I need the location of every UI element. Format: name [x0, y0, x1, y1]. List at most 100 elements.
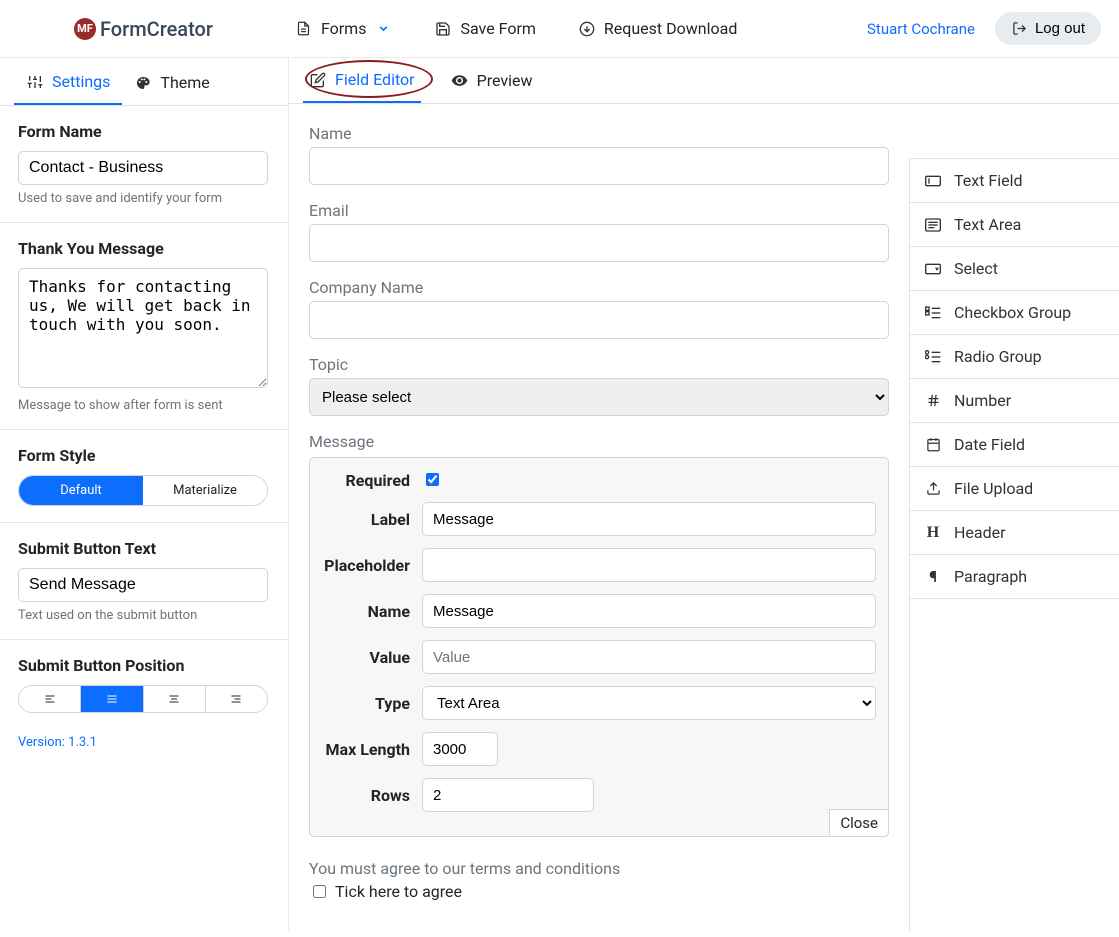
eye-icon	[451, 72, 469, 89]
request-label: Request Download	[604, 19, 737, 38]
align-justify-button[interactable]	[81, 686, 143, 712]
field-name-label: Name	[309, 124, 889, 143]
agree-terms-label: You must agree to our terms and conditio…	[309, 859, 889, 878]
field-editor-panel: Required Label Placeholder Name	[309, 457, 889, 837]
logout-icon	[1011, 21, 1029, 36]
ed-label-input[interactable]	[422, 502, 876, 536]
tab-preview[interactable]: Preview	[445, 58, 539, 103]
field-topic-label: Topic	[309, 355, 889, 374]
palette-select[interactable]: Select	[910, 247, 1119, 291]
ed-maxlen-input[interactable]	[422, 732, 498, 766]
edit-icon	[309, 72, 327, 88]
request-download-button[interactable]: Request Download	[578, 19, 737, 38]
field-company-input[interactable]	[309, 301, 889, 339]
heading-icon: H	[924, 524, 942, 542]
align-left-button[interactable]	[19, 686, 81, 712]
palette-paragraph[interactable]: ¶ Paragraph	[910, 555, 1119, 599]
logout-label: Log out	[1035, 20, 1085, 37]
field-palette: Text Field Text Area Select Checkbox Gro…	[909, 158, 1119, 931]
version-text: Version: 1.3.1	[0, 729, 288, 756]
submit-pos-group[interactable]	[18, 685, 268, 713]
ed-name-label: Name	[322, 602, 422, 621]
agree-tick-label: Tick here to agree	[335, 882, 462, 901]
form-name-help: Used to save and identify your form	[18, 191, 270, 206]
save-label: Save Form	[460, 19, 535, 38]
palette-text-area[interactable]: Text Area	[910, 203, 1119, 247]
thank-you-textarea[interactable]: Thanks for contacting us, We will get ba…	[18, 268, 268, 388]
palette-label: Checkbox Group	[954, 303, 1071, 322]
field-email-input[interactable]	[309, 224, 889, 262]
field-editor-label: Field Editor	[335, 70, 415, 89]
ed-type-select[interactable]: Text Area	[422, 686, 876, 720]
download-icon	[578, 21, 596, 37]
upload-icon	[924, 481, 942, 496]
ed-rows-input[interactable]	[422, 778, 594, 812]
ed-required-checkbox[interactable]	[426, 473, 439, 486]
agree-checkbox-row[interactable]: Tick here to agree	[309, 882, 889, 901]
palette-file-upload[interactable]: File Upload	[910, 467, 1119, 511]
tab-theme[interactable]: Theme	[122, 58, 221, 105]
ed-rows-label: Rows	[322, 786, 422, 805]
palette-label: Radio Group	[954, 347, 1042, 366]
palette-radio-group[interactable]: Radio Group	[910, 335, 1119, 379]
field-name-input[interactable]	[309, 147, 889, 185]
ed-placeholder-label: Placeholder	[322, 556, 422, 575]
palette-checkbox-group[interactable]: Checkbox Group	[910, 291, 1119, 335]
ed-maxlen-label: Max Length	[322, 740, 422, 759]
palette-header[interactable]: H Header	[910, 511, 1119, 555]
form-style-label: Form Style	[18, 446, 270, 465]
settings-label: Settings	[52, 72, 110, 91]
tab-settings[interactable]: Settings	[14, 58, 122, 105]
style-materialize[interactable]: Materialize	[143, 476, 267, 505]
palette-label: Text Field	[954, 171, 1023, 190]
forms-label: Forms	[321, 19, 367, 38]
submit-text-input[interactable]	[18, 568, 268, 602]
field-topic-select[interactable]: Please select	[309, 378, 889, 416]
palette-label: Number	[954, 391, 1011, 410]
logo-badge: MF	[74, 18, 96, 40]
ed-value-label: Value	[322, 648, 422, 667]
file-icon	[295, 20, 313, 37]
field-message-label: Message	[309, 432, 889, 451]
form-style-toggle[interactable]: Default Materialize	[18, 475, 268, 506]
palette-date-field[interactable]: Date Field	[910, 423, 1119, 467]
palette-label: Paragraph	[954, 567, 1027, 586]
logout-button[interactable]: Log out	[995, 12, 1101, 45]
save-form-button[interactable]: Save Form	[434, 19, 535, 38]
user-link[interactable]: Stuart Cochrane	[867, 20, 975, 38]
calendar-icon	[924, 437, 942, 452]
paragraph-icon: ¶	[924, 567, 942, 586]
preview-label: Preview	[477, 71, 533, 90]
ed-label-label: Label	[322, 510, 422, 529]
text-field-icon	[924, 175, 942, 187]
select-icon	[924, 263, 942, 275]
ed-name-input[interactable]	[422, 594, 876, 628]
style-default[interactable]: Default	[19, 476, 143, 505]
thank-you-label: Thank You Message	[18, 239, 270, 258]
sliders-icon	[26, 74, 44, 90]
align-center-button[interactable]	[144, 686, 206, 712]
submit-pos-label: Submit Button Position	[18, 656, 270, 675]
app-logo: MF FormCreator	[74, 17, 213, 41]
editor-close-button[interactable]: Close	[829, 809, 889, 837]
palette-label: Date Field	[954, 435, 1025, 454]
form-name-input[interactable]	[18, 151, 268, 185]
checkbox-icon	[924, 306, 942, 320]
text-area-icon	[924, 218, 942, 232]
palette-label: Select	[954, 259, 998, 278]
palette-label: Text Area	[954, 215, 1021, 234]
form-name-label: Form Name	[18, 122, 270, 141]
tab-field-editor[interactable]: Field Editor	[303, 58, 421, 103]
ed-placeholder-input[interactable]	[422, 548, 876, 582]
forms-menu[interactable]: Forms	[295, 19, 393, 38]
hash-icon	[924, 393, 942, 408]
palette-number[interactable]: Number	[910, 379, 1119, 423]
submit-text-label: Submit Button Text	[18, 539, 270, 558]
palette-icon	[134, 75, 152, 91]
align-right-button[interactable]	[206, 686, 267, 712]
agree-checkbox[interactable]	[313, 885, 326, 898]
brand-name: FormCreator	[100, 17, 213, 41]
ed-value-input[interactable]	[422, 640, 876, 674]
ed-required-label: Required	[322, 471, 422, 490]
palette-text-field[interactable]: Text Field	[910, 159, 1119, 203]
